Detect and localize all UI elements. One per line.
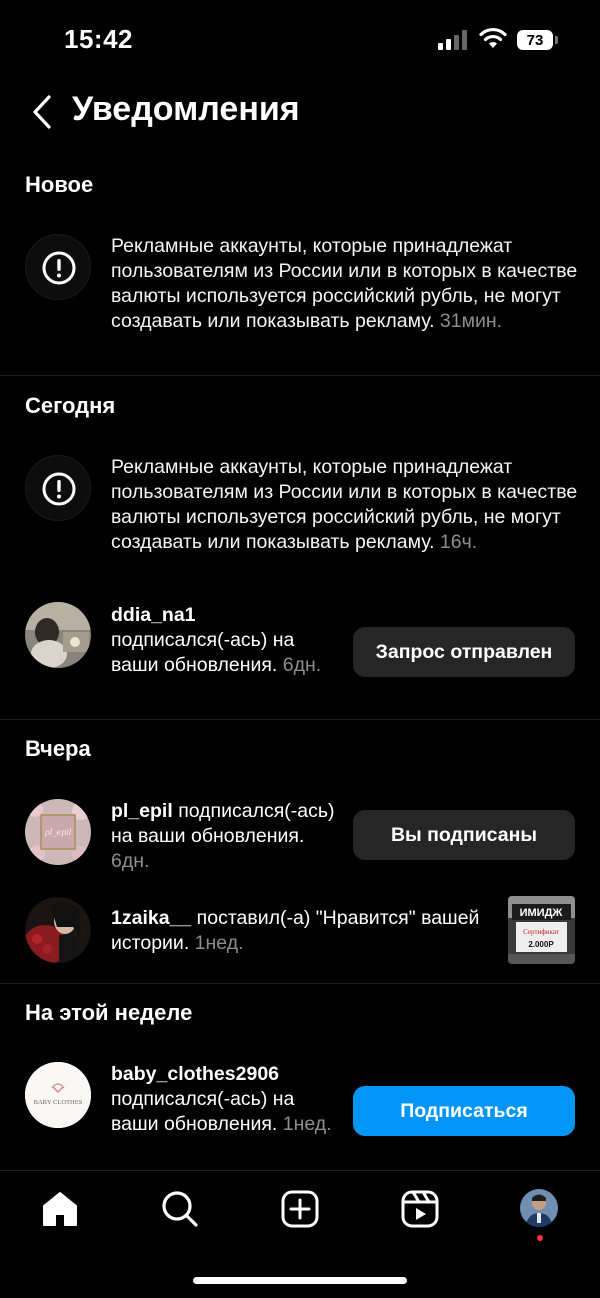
notification-time: 16ч. [439,531,478,553]
request-sent-button[interactable]: Запрос отправлен [353,627,575,677]
wifi-icon [479,27,507,48]
home-indicator [193,1277,407,1284]
notification-time: 6дн. [282,654,322,676]
notification-text[interactable]: ddia_na1 подписался(-ась) на ваши обновл… [111,603,341,678]
follow-button[interactable]: Подписаться [353,1086,575,1136]
thumbnail-subtitle: Сертификат [523,928,559,936]
section-title-new: Новое [25,172,94,197]
username[interactable]: pl_epil [111,800,173,822]
page-title: Уведомления [72,90,300,128]
battery-level: 73 [517,30,553,50]
username[interactable]: baby_clothes2906 [111,1062,341,1087]
notification-message: Рекламные аккаунты, которые принадлежат … [111,456,578,553]
profile-avatar[interactable] [520,1189,558,1227]
section-title-this-week: На этой неделе [25,1000,193,1025]
divider [0,983,600,984]
divider [0,375,600,376]
notification-message: Рекламные аккаунты, которые принадлежат … [111,235,578,332]
notification-time: 31мин. [439,310,503,332]
notification-action: подписался(-ась) на ваши обновления. [111,1088,295,1135]
notification-action: подписался(-ась) на ваши обновления. [111,629,295,676]
reels-icon[interactable] [400,1189,440,1229]
divider [0,719,600,720]
story-thumbnail[interactable]: ИМИДЖ Сертификат 2.000Р [508,896,575,964]
avatar-1zaika[interactable] [25,897,91,963]
notification-text[interactable]: Рекламные аккаунты, которые принадлежат … [111,455,581,555]
notification-time: 1нед. [282,1113,332,1135]
avatar-logo-text: BABY CLOTHES [34,1099,83,1106]
avatar-pl-epil[interactable]: pl_epil [25,799,91,865]
thumbnail-title: ИМИДЖ [520,907,563,919]
status-time: 15:42 [64,24,133,54]
back-chevron-icon[interactable] [30,94,54,130]
notification-dot [537,1235,543,1241]
notification-text[interactable]: pl_epil подписался(-ась) на ваши обновле… [111,799,341,874]
section-title-today: Сегодня [25,393,116,418]
username[interactable]: ddia_na1 [111,603,341,628]
notification-time: 1нед. [194,932,244,954]
battery-icon: 73 [517,30,559,52]
search-icon[interactable] [160,1189,200,1229]
notification-text[interactable]: 1zaika__ поставил(-а) "Нравится" вашей и… [111,906,491,956]
notification-text[interactable]: Рекламные аккаунты, которые принадлежат … [111,234,581,334]
home-icon[interactable] [40,1189,80,1229]
notification-time: 6дн. [111,850,150,872]
avatar-baby-clothes[interactable]: BABY CLOTHES [25,1062,91,1128]
create-post-icon[interactable] [280,1189,320,1229]
avatar-logo-text: pl_epil [45,828,72,837]
following-button[interactable]: Вы подписаны [353,810,575,860]
username[interactable]: 1zaika__ [111,907,191,929]
alert-icon [25,455,91,521]
avatar-ddia-na1[interactable] [25,602,91,668]
section-title-yesterday: Вчера [25,736,91,761]
thumbnail-price: 2.000Р [528,940,554,949]
notification-text[interactable]: baby_clothes2906 подписался(-ась) на ваш… [111,1062,341,1137]
cellular-signal-icon [438,30,467,50]
alert-icon [25,234,91,300]
